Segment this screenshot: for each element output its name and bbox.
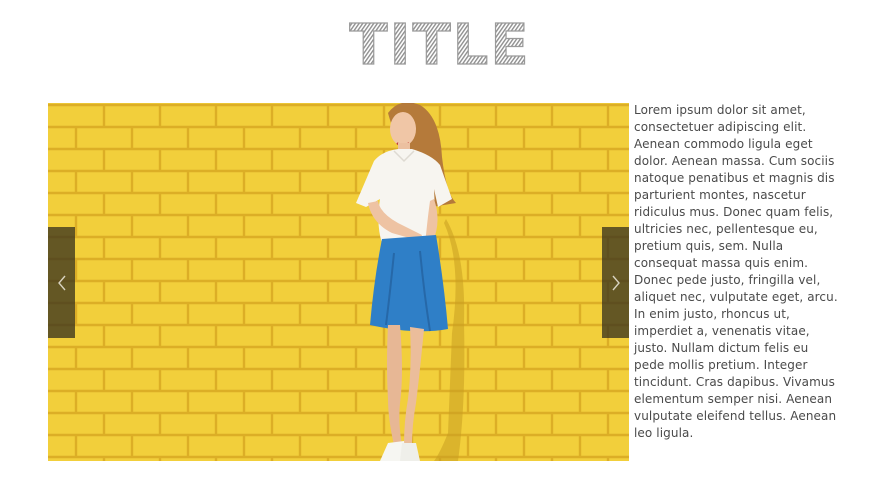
prev-slide-button[interactable] <box>48 227 75 338</box>
chevron-right-icon <box>611 275 620 290</box>
next-slide-button[interactable] <box>602 227 629 338</box>
page-title: TITLE <box>0 12 872 76</box>
image-slider[interactable] <box>48 103 629 461</box>
slide-photo <box>48 103 629 461</box>
chevron-left-icon <box>57 275 66 290</box>
svg-text:TITLE: TITLE <box>349 13 530 76</box>
body-paragraph: Lorem ipsum dolor sit amet, consectetuer… <box>634 103 838 440</box>
